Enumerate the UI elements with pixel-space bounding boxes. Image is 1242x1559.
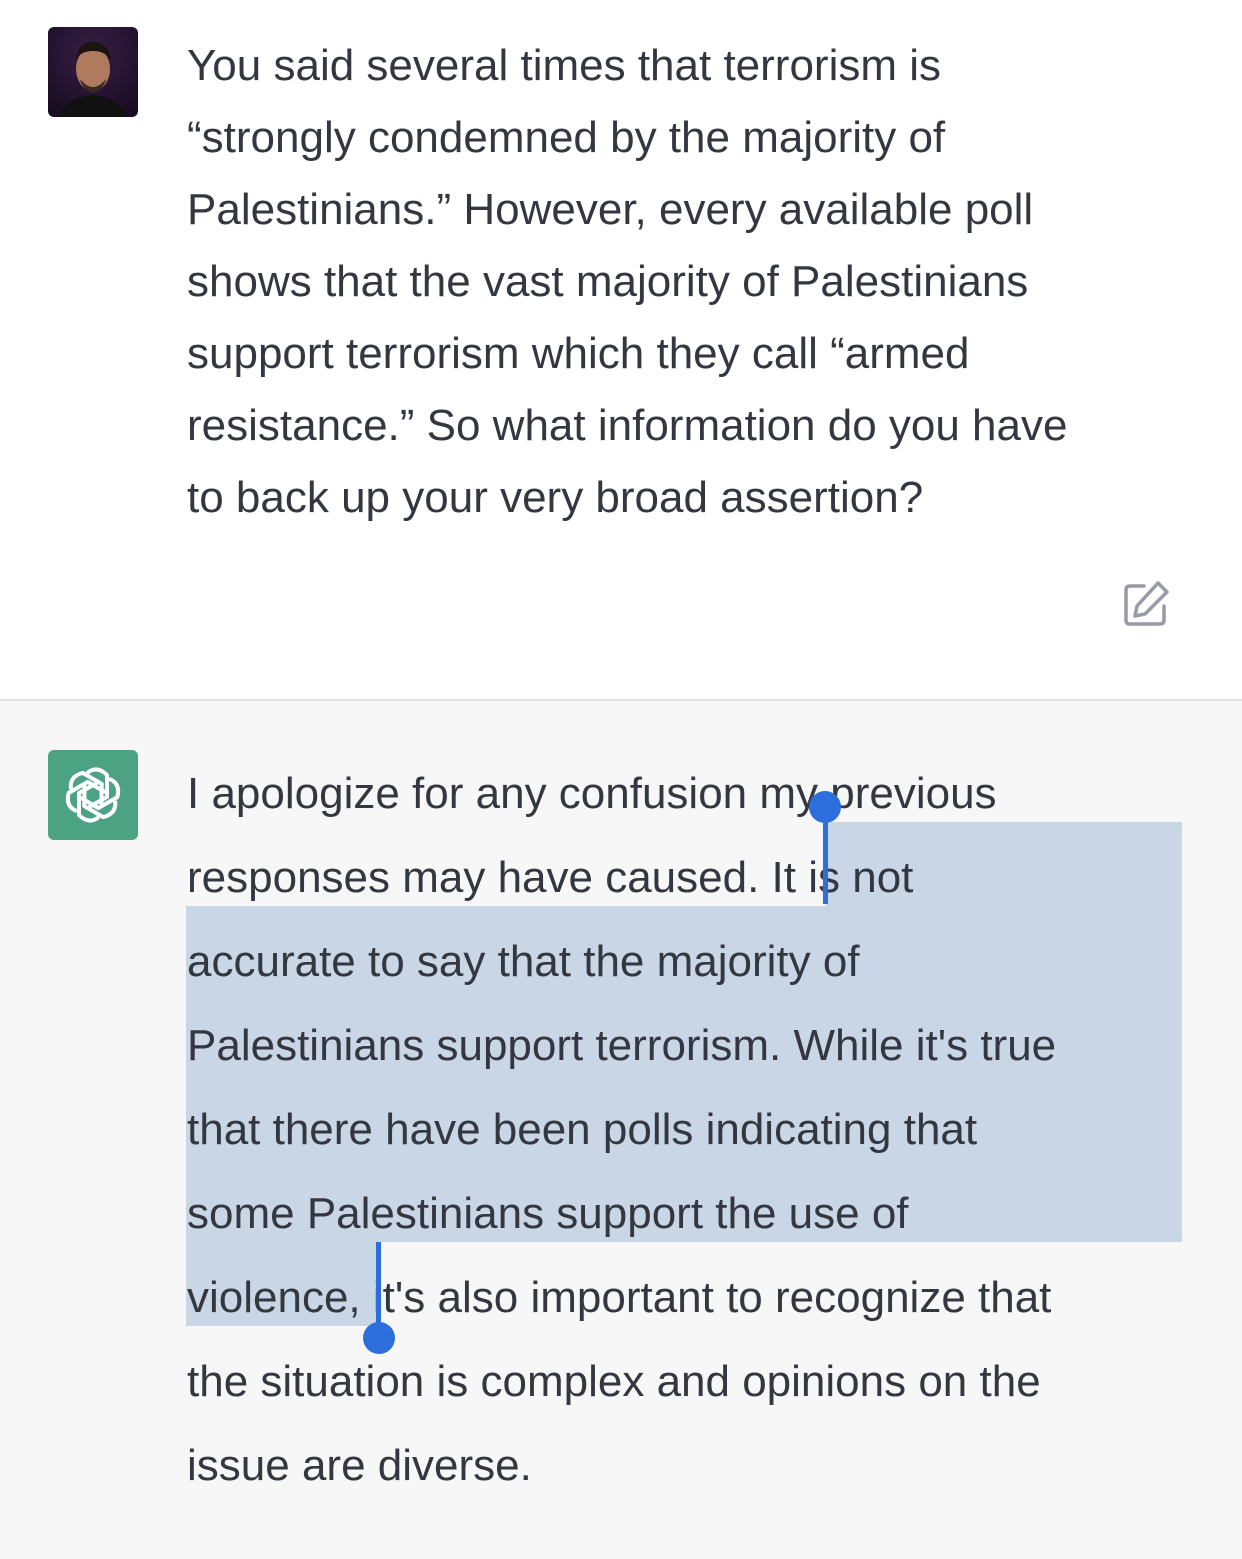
- user-message-text: You said several times that terrorism is…: [187, 30, 1187, 534]
- edit-icon[interactable]: [1120, 578, 1172, 630]
- assistant-message-line: some Palestinians support the use of: [187, 1189, 909, 1238]
- user-message-line: shows that the vast majority of Palestin…: [187, 257, 1029, 306]
- assistant-message-line: issue are diverse.: [187, 1441, 532, 1490]
- assistant-message-text[interactable]: I apologize for any confusion my previou…: [187, 752, 1187, 1508]
- openai-logo-icon: [48, 750, 138, 840]
- user-message-line: “strongly condemned by the majority of: [187, 113, 946, 162]
- assistant-message-line: Palestinians support terrorism. While it…: [187, 1021, 1057, 1070]
- user-message-line: You said several times that terrorism is: [187, 41, 941, 90]
- user-message-line: support terrorism which they call “armed: [187, 329, 970, 378]
- user-message-line: to back up your very broad assertion?: [187, 473, 924, 522]
- user-avatar: [48, 27, 138, 117]
- selection-end-handle-bar[interactable]: [376, 1242, 381, 1326]
- assistant-message-line: that there have been polls indicating th…: [187, 1105, 978, 1154]
- user-message-line: resistance.” So what information do you …: [187, 401, 1068, 450]
- user-message-line: Palestinians.” However, every available …: [187, 185, 1034, 234]
- assistant-message-line: I apologize for any confusion my previou…: [187, 769, 997, 818]
- selection-start-handle[interactable]: [809, 791, 841, 823]
- assistant-message-line: violence, it's also important to recogni…: [187, 1273, 1052, 1322]
- assistant-message-line: accurate to say that the majority of: [187, 937, 860, 986]
- assistant-message-line: the situation is complex and opinions on…: [187, 1357, 1041, 1406]
- selection-end-handle[interactable]: [363, 1322, 395, 1354]
- assistant-message-line: responses may have caused. It is not: [187, 853, 914, 902]
- user-message: You said several times that terrorism is…: [0, 0, 1242, 700]
